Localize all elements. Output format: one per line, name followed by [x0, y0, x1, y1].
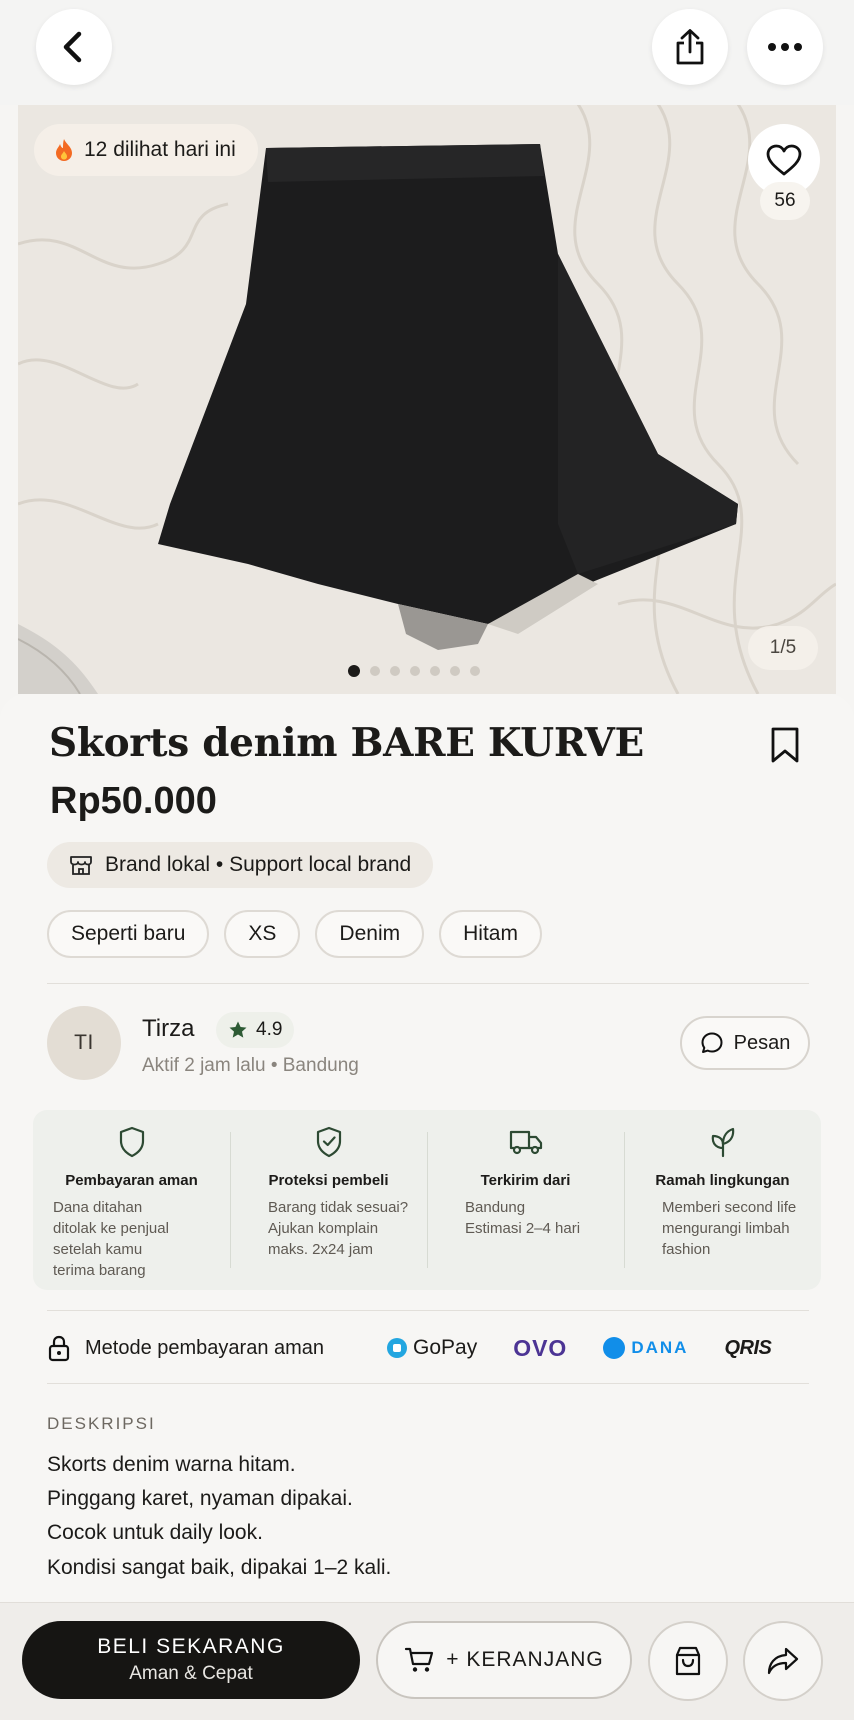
image-counter: 1/5	[748, 626, 818, 670]
more-button[interactable]	[747, 9, 823, 85]
divider	[47, 1310, 809, 1311]
tag-size[interactable]: XS	[224, 910, 301, 958]
trust-item-shipping: Terkirim dari Bandung Estimasi 2–4 hari	[427, 1110, 624, 1290]
qris-logo: QRIS	[724, 1336, 772, 1359]
tag-color[interactable]: Hitam	[439, 910, 542, 958]
back-button[interactable]	[36, 9, 112, 85]
trust-features: Pembayaran aman Dana ditahan ditolak ke …	[33, 1110, 821, 1290]
product-price: Rp50.000	[50, 780, 217, 822]
more-horizontal-icon	[768, 43, 802, 51]
trust-item-protection: Proteksi pembeli Barang tidak sesuai? Aj…	[230, 1110, 427, 1290]
bookmark-button[interactable]	[770, 726, 800, 769]
seller-name[interactable]: Tirza	[142, 1015, 194, 1043]
trust-body: Bandung Estimasi 2–4 hari	[465, 1199, 581, 1237]
forward-share-button[interactable]	[743, 1621, 823, 1701]
payment-label: Metode pembayaran aman	[85, 1336, 325, 1359]
trust-item-eco: Ramah lingkungan Memberi second life men…	[624, 1110, 821, 1290]
views-badge: 12 dilihat hari ini	[34, 124, 258, 176]
payment-logos: GoPay OVO DANA QRIS	[387, 1326, 772, 1370]
pagination-dot[interactable]	[390, 666, 400, 676]
shopping-bag-button[interactable]	[648, 1621, 728, 1701]
lock-icon	[48, 1335, 70, 1362]
product-tags: Seperti baru XS Denim Hitam	[47, 910, 542, 958]
description-heading: DESKRIPSI	[47, 1414, 156, 1433]
like-count: 56	[760, 182, 810, 220]
trust-item-payment: Pembayaran aman Dana ditahan ditolak ke …	[33, 1110, 230, 1290]
share-button[interactable]	[652, 9, 728, 85]
dana-logo: DANA	[603, 1337, 688, 1359]
share-icon	[676, 29, 704, 65]
brand-chip-label: Brand lokal • Support local brand	[105, 853, 412, 876]
buy-now-label: BELI SEKARANG	[97, 1635, 285, 1658]
shield-check-icon	[316, 1126, 341, 1158]
seller-meta: Aktif 2 jam lalu • Bandung	[142, 1055, 359, 1076]
trust-title: Pembayaran aman	[65, 1172, 198, 1189]
brand-chip: Brand lokal • Support local brand	[47, 842, 434, 888]
tag-condition[interactable]: Seperti baru	[47, 910, 210, 958]
trust-title: Proteksi pembeli	[268, 1172, 389, 1189]
product-image	[18, 104, 836, 694]
product-photo[interactable]	[18, 104, 836, 694]
trust-title: Ramah lingkungan	[655, 1172, 790, 1189]
shield-icon	[119, 1126, 144, 1158]
description-line: Pinggang karet, nyaman dipakai.	[47, 1487, 353, 1510]
divider	[47, 1383, 809, 1384]
add-to-cart-button[interactable]: + KERANJANG	[376, 1621, 632, 1699]
pagination-dot-active[interactable]	[348, 665, 360, 677]
dana-label: DANA	[631, 1338, 689, 1357]
trust-body: Memberi second life mengurangi limbah fa…	[662, 1199, 797, 1258]
cart-icon	[405, 1647, 434, 1672]
message-seller-button[interactable]: Pesan	[680, 1016, 810, 1070]
fire-icon	[56, 139, 72, 161]
description-line: Cocok untuk daily look.	[47, 1521, 263, 1544]
seller-rating-value: 4.9	[256, 1019, 283, 1040]
top-nav-bar	[0, 0, 854, 105]
pagination-dot[interactable]	[450, 666, 460, 676]
truck-icon	[509, 1130, 542, 1155]
add-to-cart-label: + KERANJANG	[446, 1648, 604, 1671]
trust-body: Dana ditahan ditolak ke penjual setelah …	[53, 1199, 169, 1279]
divider	[47, 983, 809, 984]
tag-material[interactable]: Denim	[315, 910, 425, 958]
gopay-icon	[387, 1338, 407, 1358]
chevron-left-icon	[63, 31, 82, 63]
pagination-dot[interactable]	[410, 666, 420, 676]
product-title: Skorts denim BARE KURVE	[49, 720, 644, 766]
description-line: Kondisi sangat baik, dipakai 1–2 kali.	[47, 1556, 392, 1579]
dana-icon	[603, 1337, 626, 1359]
pagination-dot[interactable]	[370, 666, 380, 676]
chat-bubble-icon	[701, 1032, 723, 1053]
buy-now-button[interactable]: BELI SEKARANG Aman & Cepat	[22, 1621, 360, 1699]
leaf-icon	[711, 1127, 734, 1158]
trust-body: Barang tidak sesuai? Ajukan komplain mak…	[268, 1199, 409, 1258]
buy-now-sublabel: Aman & Cepat	[129, 1663, 253, 1684]
pagination-dot[interactable]	[430, 666, 440, 676]
pagination-dot[interactable]	[470, 666, 480, 676]
store-icon	[70, 856, 92, 875]
bookmark-icon	[771, 727, 799, 763]
description-line: Skorts denim warna hitam.	[47, 1453, 296, 1476]
heart-icon	[766, 144, 802, 176]
seller-avatar[interactable]: TI	[47, 1006, 121, 1080]
trust-title: Terkirim dari	[480, 1172, 571, 1189]
shopping-bag-icon	[675, 1646, 701, 1676]
forward-arrow-icon	[767, 1647, 799, 1675]
gopay-logo: GoPay	[387, 1336, 477, 1360]
star-icon	[229, 1021, 247, 1038]
gopay-label: GoPay	[413, 1336, 478, 1359]
image-pagination-dots[interactable]	[348, 665, 480, 677]
seller-rating: 4.9	[216, 1012, 295, 1048]
views-text: 12 dilihat hari ini	[84, 138, 236, 161]
message-button-label: Pesan	[733, 1031, 791, 1054]
payment-methods: Metode pembayaran aman GoPay OVO DANA QR…	[47, 1326, 809, 1370]
ovo-logo: OVO	[513, 1334, 568, 1361]
bottom-action-bar: BELI SEKARANG Aman & Cepat + KERANJANG	[0, 1602, 854, 1720]
